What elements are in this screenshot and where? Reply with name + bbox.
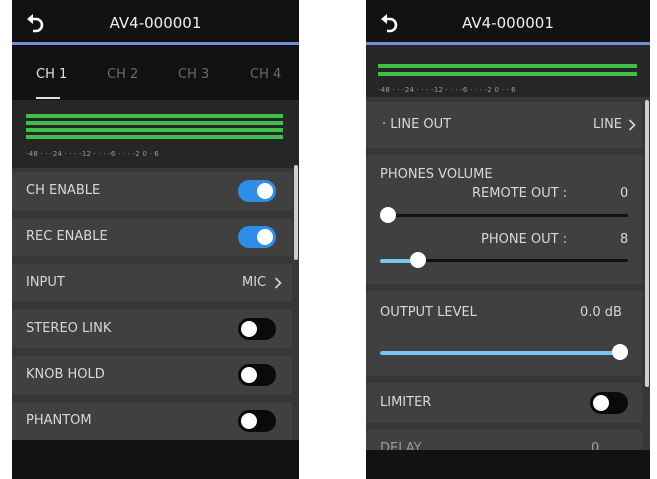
input-row[interactable]: INPUT MIC	[12, 264, 292, 302]
meter-bar	[378, 72, 637, 76]
ch-enable-toggle[interactable]	[238, 180, 276, 202]
output-level-slider-knob[interactable]	[612, 344, 628, 360]
phantom-row[interactable]: PHANTOM	[12, 402, 292, 440]
remote-out-slider-knob[interactable]	[380, 207, 396, 223]
tab-ch2[interactable]: CH 2	[107, 67, 138, 82]
meter-bar	[26, 128, 283, 132]
page-title: AV4-000001	[462, 14, 554, 32]
phones-volume-label: PHONES VOLUME	[380, 167, 493, 182]
bottom-area	[12, 440, 299, 479]
row-label: · LINE OUT	[382, 117, 452, 132]
row-label: LIMITER	[380, 395, 432, 410]
partial-row-value: 0	[591, 441, 600, 450]
stereo-link-row[interactable]: STEREO LINK	[12, 310, 292, 348]
row-label: DELAY	[380, 441, 422, 450]
channel-tabs: CH 1 CH 2 CH 3 CH 4	[12, 45, 299, 100]
active-tab-indicator	[36, 97, 60, 99]
bottom-area	[366, 450, 650, 479]
output-level-panel: OUTPUT LEVEL 0.0 dB	[366, 291, 642, 376]
row-label: CH ENABLE	[26, 183, 101, 198]
row-label: INPUT	[26, 275, 65, 290]
meter-bar	[378, 64, 637, 68]
output-level-label: OUTPUT LEVEL	[380, 305, 477, 320]
phantom-toggle[interactable]	[238, 410, 276, 432]
level-meter: -48 · · -24 · · · -12 · · · -6 · · · -2 …	[12, 100, 299, 168]
channel-settings-screen: AV4-000001 CH 1 CH 2 CH 3 CH 4 -48 · · -…	[12, 0, 299, 479]
phone-out-value: 8	[620, 232, 629, 247]
output-level-slider-fill	[380, 351, 624, 355]
output-level-value: 0.0 dB	[580, 305, 622, 320]
line-out-row[interactable]: · LINE OUT LINE	[366, 102, 642, 148]
tab-ch4[interactable]: CH 4	[250, 67, 281, 82]
meter-bar	[26, 121, 283, 125]
level-meter: -48 · · -24 · · · -12 · · · -6 · · · -2 …	[366, 45, 650, 97]
header-bar: AV4-000001	[12, 0, 299, 45]
line-out-value: LINE	[593, 117, 623, 132]
ch-enable-row[interactable]: CH ENABLE	[12, 172, 292, 210]
chevron-right-icon	[628, 119, 636, 131]
input-value: MIC	[242, 275, 267, 290]
row-label: KNOB HOLD	[26, 367, 105, 382]
output-settings-screen: AV4-000001 -48 · · -24 · · · -12 · · · -…	[366, 0, 650, 479]
meter-scale: -48 · · -24 · · · -12 · · · -6 · · · -2 …	[26, 150, 159, 158]
scrollbar[interactable]	[294, 165, 298, 260]
chevron-right-icon	[274, 277, 282, 289]
phones-volume-panel: PHONES VOLUME REMOTE OUT : 0 PHONE OUT :…	[366, 155, 642, 284]
header-bar: AV4-000001	[366, 0, 650, 45]
remote-out-slider-track[interactable]	[380, 214, 628, 217]
row-label: REC ENABLE	[26, 229, 108, 244]
remote-out-value: 0	[620, 186, 629, 201]
knob-hold-row[interactable]: KNOB HOLD	[12, 356, 292, 394]
rec-enable-toggle[interactable]	[238, 226, 276, 248]
limiter-toggle[interactable]	[590, 392, 628, 414]
row-label: PHANTOM	[26, 413, 92, 428]
knob-hold-toggle[interactable]	[238, 364, 276, 386]
meter-bar	[26, 114, 283, 118]
phone-out-slider-knob[interactable]	[410, 252, 426, 268]
partial-row[interactable]: DELAY 0	[366, 430, 642, 450]
meter-bar	[26, 135, 283, 139]
phone-out-label: PHONE OUT :	[481, 232, 568, 247]
scrollbar[interactable]	[645, 100, 649, 387]
rec-enable-row[interactable]: REC ENABLE	[12, 218, 292, 256]
meter-scale: -48 · · -24 · · · -12 · · · -6 · · · -2 …	[378, 86, 516, 94]
page-title: AV4-000001	[109, 14, 202, 32]
row-label: STEREO LINK	[26, 321, 112, 336]
tab-ch3[interactable]: CH 3	[178, 67, 209, 82]
remote-out-label: REMOTE OUT :	[472, 186, 568, 201]
limiter-row[interactable]: LIMITER	[366, 383, 642, 423]
tab-ch1[interactable]: CH 1	[36, 67, 67, 82]
stereo-link-toggle[interactable]	[238, 318, 276, 340]
